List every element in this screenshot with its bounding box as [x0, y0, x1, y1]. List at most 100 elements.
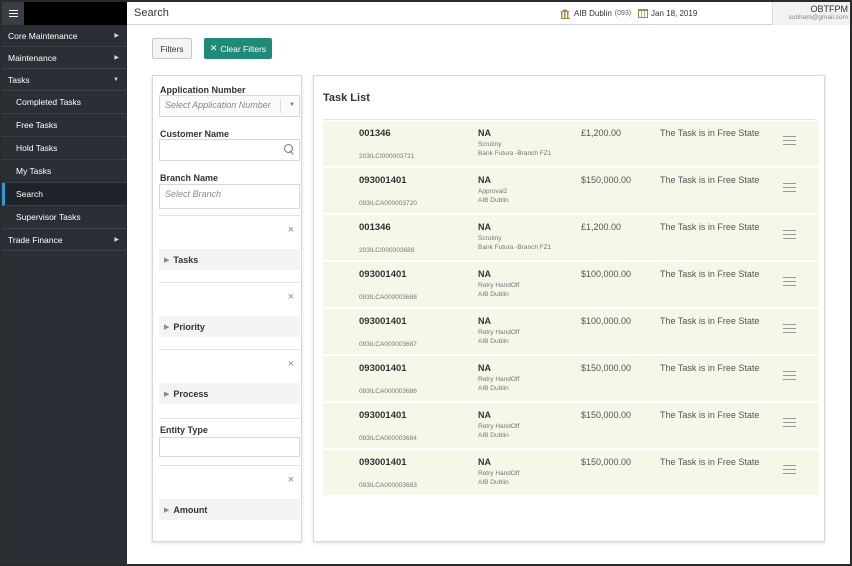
task-branch: AIB Dublin: [478, 338, 509, 345]
task-stage: Retry HandOff: [478, 470, 520, 477]
task-status: NA: [478, 316, 491, 326]
task-branch: AIB Dublin: [478, 385, 509, 392]
task-branch: AIB Dublin: [478, 479, 509, 486]
task-state: The Task is in Free State: [660, 363, 760, 373]
priority-label: Priority: [173, 321, 205, 332]
tasks-accordion[interactable]: ▶ Tasks: [159, 249, 300, 270]
sidebar-item-tasks[interactable]: Tasks ▼: [2, 69, 127, 91]
sidebar-item-label: Hold Tasks: [16, 143, 58, 153]
task-number: 093001401: [359, 457, 407, 468]
task-list-title: Task List: [323, 92, 370, 104]
table-row[interactable]: 093001401 093ILCA000003688 NA Retry Hand…: [323, 262, 819, 308]
divider: [159, 349, 300, 350]
branch-name-label: Branch Name: [160, 173, 219, 183]
task-amount: $100,000.00: [581, 316, 632, 326]
row-menu-icon[interactable]: [783, 418, 796, 427]
sidebar-item-core-maintenance[interactable]: Core Maintenance ▶: [2, 25, 127, 47]
sidebar: Core Maintenance ▶ Maintenance ▶ Tasks ▼…: [2, 2, 127, 564]
remove-process-filter-icon[interactable]: ×: [288, 358, 294, 370]
table-row[interactable]: 093001401 093ILCA000003687 NA Retry Hand…: [323, 309, 819, 355]
header: Search AIB Dublin (093) Jan 18, 2019 OBT…: [127, 2, 850, 25]
sidebar-item-my-tasks[interactable]: My Tasks: [2, 160, 127, 183]
remove-amount-filter-icon[interactable]: ×: [288, 474, 294, 486]
task-amount: £1,200.00: [581, 128, 622, 138]
calendar-icon: [638, 9, 648, 18]
task-list-panel: Task List 001346 203ILCI000003721 NA Scr…: [313, 75, 825, 542]
task-number: 001346: [359, 222, 391, 233]
task-stage: Approval2: [478, 188, 508, 195]
filters-button[interactable]: Filters: [152, 38, 192, 59]
task-reference: 093ILCA000003687: [359, 341, 417, 348]
task-stage: Scrutiny: [478, 141, 502, 148]
task-number: 093001401: [359, 316, 407, 327]
row-menu-icon[interactable]: [783, 136, 796, 145]
row-menu-icon[interactable]: [783, 371, 796, 380]
table-row[interactable]: 001346 203ILCI000003689 NA Scrutiny Bank…: [323, 215, 819, 261]
clear-filters-label: Clear Filters: [220, 43, 267, 54]
task-stage: Retry HandOff: [478, 329, 520, 336]
remove-priority-filter-icon[interactable]: ×: [288, 291, 294, 303]
sidebar-item-trade-finance[interactable]: Trade Finance ▶: [2, 229, 127, 251]
remove-tasks-filter-icon[interactable]: ×: [288, 224, 294, 236]
sidebar-item-label: Tasks: [8, 74, 30, 85]
filter-panel: Application Number Select Application Nu…: [152, 75, 302, 542]
user-app-name: OBTFPM: [810, 4, 849, 14]
sidebar-item-supervisor-tasks[interactable]: Supervisor Tasks: [2, 206, 127, 229]
chevron-right-icon: ▶: [114, 33, 119, 39]
user-menu[interactable]: OBTFPM subham@gmail.com: [772, 2, 850, 25]
customer-name-input[interactable]: [159, 139, 300, 161]
task-state: The Task is in Free State: [660, 410, 760, 420]
task-reference: 203ILCI000003689: [359, 247, 415, 254]
task-number: 093001401: [359, 410, 407, 421]
sidebar-item-label: Maintenance: [8, 52, 57, 63]
application-number-select[interactable]: Select Application Number ▼: [159, 95, 300, 117]
branch-name: AIB Dublin: [574, 9, 612, 18]
row-menu-icon[interactable]: [783, 183, 796, 192]
process-accordion[interactable]: ▶ Process: [159, 383, 300, 404]
table-row[interactable]: 093001401 093ILCA000003720 NA Approval2 …: [323, 168, 819, 214]
row-menu-icon[interactable]: [783, 324, 796, 333]
task-state: The Task is in Free State: [660, 175, 760, 185]
sidebar-item-completed-tasks[interactable]: Completed Tasks: [2, 91, 127, 114]
task-status: NA: [478, 175, 491, 185]
chevron-right-icon: ▶: [114, 55, 119, 61]
task-branch: AIB Dublin: [478, 432, 509, 439]
task-status: NA: [478, 222, 491, 232]
sidebar-item-label: Trade Finance: [8, 234, 63, 245]
branch-selector[interactable]: AIB Dublin (093): [560, 9, 631, 19]
sidebar-top: [2, 2, 127, 25]
hamburger-menu-icon[interactable]: [2, 2, 24, 25]
row-menu-icon[interactable]: [783, 465, 796, 474]
close-icon: ✕: [209, 43, 218, 53]
sidebar-item-free-tasks[interactable]: Free Tasks: [2, 114, 127, 137]
table-row[interactable]: 093001401 093ILCA000003684 NA Retry Hand…: [323, 403, 819, 449]
amount-accordion[interactable]: ▶ Amount: [159, 499, 300, 520]
task-state: The Task is in Free State: [660, 457, 760, 467]
task-state: The Task is in Free State: [660, 269, 760, 279]
divider: [159, 418, 300, 419]
entity-type-input[interactable]: [159, 437, 300, 457]
task-state: The Task is in Free State: [660, 128, 760, 138]
sidebar-item-label: Supervisor Tasks: [16, 212, 81, 222]
table-row[interactable]: 093001401 093ILCA000003683 NA Retry Hand…: [323, 450, 819, 496]
branch-name-select[interactable]: Select Branch: [159, 184, 300, 209]
sidebar-item-hold-tasks[interactable]: Hold Tasks: [2, 137, 127, 160]
branch-name-placeholder: Select Branch: [165, 189, 222, 199]
row-menu-icon[interactable]: [783, 230, 796, 239]
application-number-placeholder: Select Application Number: [165, 100, 271, 110]
task-number: 093001401: [359, 269, 407, 280]
search-icon[interactable]: [284, 144, 294, 156]
table-row[interactable]: 001346 203ILCI000003721 NA Scrutiny Bank…: [323, 121, 819, 167]
sidebar-item-search[interactable]: Search: [2, 183, 127, 206]
application-number-label: Application Number: [160, 85, 246, 95]
task-stage: Retry HandOff: [478, 282, 520, 289]
sidebar-item-maintenance[interactable]: Maintenance ▶: [2, 47, 127, 69]
task-number: 093001401: [359, 175, 407, 186]
table-row[interactable]: 093001401 093ILCA000003686 NA Retry Hand…: [323, 356, 819, 402]
page-title: Search: [134, 7, 169, 19]
row-menu-icon[interactable]: [783, 277, 796, 286]
clear-filters-button[interactable]: ✕ Clear Filters: [204, 38, 272, 59]
task-branch: AIB Dublin: [478, 197, 509, 204]
priority-accordion[interactable]: ▶ Priority: [159, 316, 300, 337]
task-number: 001346: [359, 128, 391, 139]
